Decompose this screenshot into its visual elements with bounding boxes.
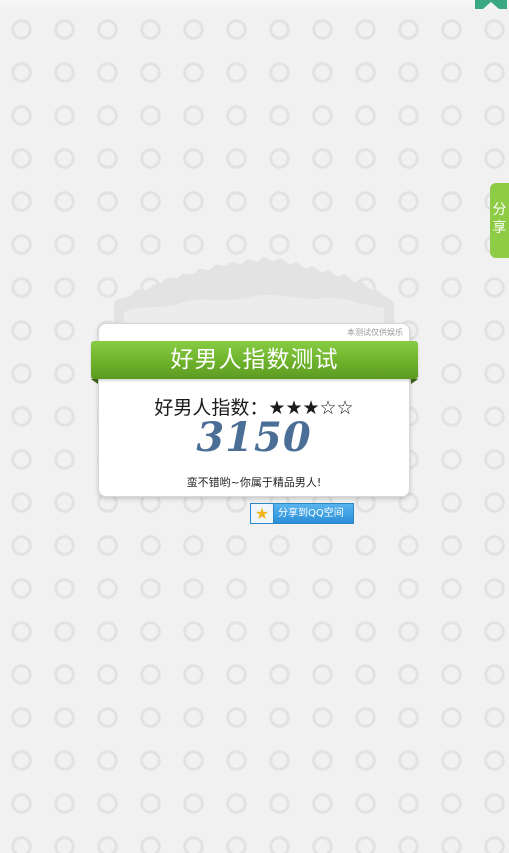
test-title-banner: 好男人指数测试	[91, 341, 418, 379]
share-tab-char-2: 享	[492, 220, 507, 236]
share-side-tab[interactable]: 分 享	[490, 183, 509, 258]
bookmark-icon[interactable]	[475, 0, 507, 9]
top-strip	[0, 0, 509, 10]
share-tab-char-1: 分	[492, 202, 507, 218]
share-to-qzone-label: 分享到QQ空间	[278, 508, 344, 519]
score-value: 3150	[196, 414, 312, 461]
banner-fold-left	[91, 379, 98, 384]
result-message: 蛮不错哟~你属于精品男人!	[186, 476, 322, 489]
disclaimer-text: 本测试仅供娱乐	[347, 328, 403, 337]
crowd-silhouette-icon	[114, 257, 394, 326]
banner-fold-right	[411, 379, 418, 384]
share-to-qzone-button[interactable]: ★ 分享到QQ空间	[250, 503, 354, 524]
star-icon: ★	[251, 504, 274, 523]
